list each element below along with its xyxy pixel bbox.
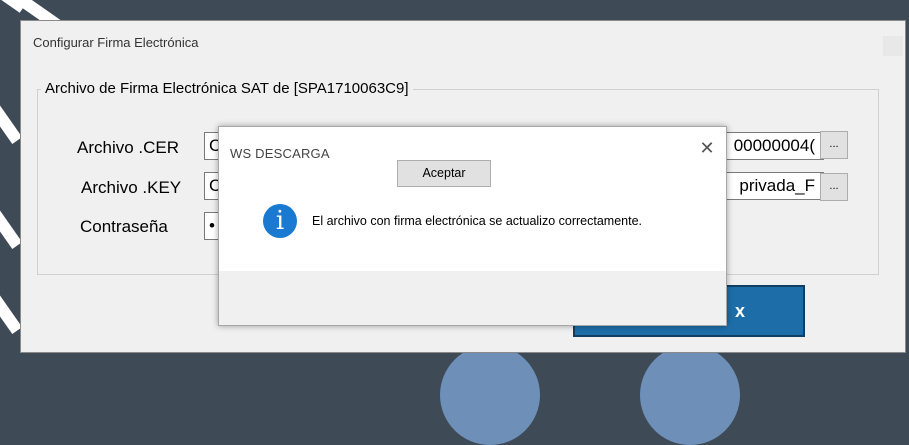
action-button-label: x — [735, 301, 746, 321]
ok-button[interactable]: Aceptar — [397, 160, 491, 187]
key-file-label: Archivo .KEY — [81, 178, 182, 197]
desktop-decoration — [0, 277, 23, 335]
dialog-footer — [219, 271, 726, 325]
desktop-decoration — [0, 192, 23, 250]
cer-browse-button[interactable]: ... — [820, 131, 848, 159]
desktop-decoration — [640, 345, 740, 445]
info-icon: i — [263, 204, 297, 238]
cer-file-label: Archivo .CER — [77, 138, 180, 157]
groupbox-title: Archivo de Firma Electrónica SAT de [SPA… — [41, 80, 413, 97]
password-label: Contraseña — [80, 217, 168, 236]
desktop-decoration — [0, 87, 23, 145]
message-dialog: WS DESCARGA ✕ i El archivo con firma ele… — [218, 126, 727, 326]
dialog-title: WS DESCARGA — [230, 146, 330, 161]
cer-file-value-end: 00000004( — [733, 136, 815, 155]
window-close-button[interactable] — [883, 36, 903, 56]
close-icon[interactable]: ✕ — [696, 137, 718, 159]
window-title: Configurar Firma Electrónica — [33, 35, 199, 50]
key-file-value-end: privada_F — [739, 176, 815, 195]
desktop-decoration — [440, 345, 540, 445]
key-browse-button[interactable]: ... — [820, 173, 848, 201]
dialog-message: El archivo con firma electrónica se actu… — [312, 214, 643, 228]
password-mask: • — [209, 216, 215, 235]
